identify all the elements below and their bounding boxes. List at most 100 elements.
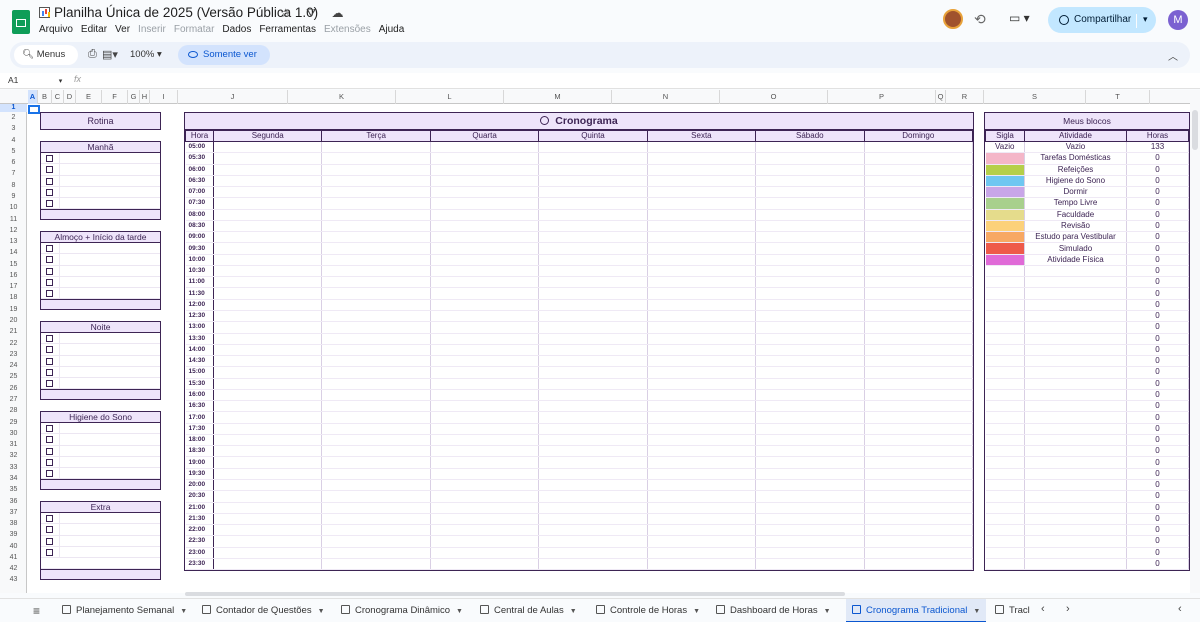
schedule-cell[interactable] bbox=[321, 209, 431, 221]
schedule-cell[interactable] bbox=[321, 197, 431, 210]
bloco-sigla[interactable] bbox=[985, 468, 1025, 480]
schedule-cell[interactable] bbox=[647, 231, 757, 244]
schedule-cell[interactable] bbox=[647, 209, 757, 221]
schedule-cell[interactable] bbox=[538, 164, 648, 176]
schedule-cell[interactable] bbox=[538, 468, 648, 480]
schedule-cell[interactable] bbox=[321, 411, 431, 424]
schedule-cell[interactable] bbox=[213, 378, 323, 390]
menu-item-ajuda[interactable]: Ajuda bbox=[379, 24, 405, 35]
bloco-atividade[interactable]: Refeições bbox=[1024, 164, 1127, 176]
schedule-cell[interactable] bbox=[755, 344, 865, 357]
schedule-cell[interactable] bbox=[213, 400, 323, 413]
bloco-atividade[interactable] bbox=[1024, 524, 1127, 537]
schedule-cell[interactable] bbox=[213, 287, 323, 300]
bloco-atividade[interactable] bbox=[1024, 400, 1127, 413]
schedule-cell[interactable] bbox=[755, 558, 865, 571]
schedule-cell[interactable] bbox=[755, 378, 865, 390]
schedule-cell[interactable] bbox=[755, 479, 865, 492]
schedule-cell[interactable] bbox=[321, 276, 431, 289]
schedule-cell[interactable] bbox=[864, 547, 974, 559]
schedule-cell[interactable] bbox=[647, 175, 757, 188]
schedule-cell[interactable] bbox=[647, 524, 757, 537]
schedule-cell[interactable] bbox=[430, 434, 540, 447]
bloco-atividade[interactable] bbox=[1024, 456, 1127, 469]
schedule-cell[interactable] bbox=[647, 389, 757, 402]
schedule-cell[interactable] bbox=[864, 389, 974, 402]
schedule-cell[interactable] bbox=[213, 231, 323, 244]
schedule-cell[interactable] bbox=[538, 287, 648, 300]
column-header-h[interactable]: H bbox=[140, 90, 150, 104]
view-only-button[interactable]: Somente ver bbox=[178, 45, 270, 65]
schedule-cell[interactable] bbox=[430, 502, 540, 514]
column-header-p[interactable]: P bbox=[828, 90, 936, 104]
vertical-scrollbar[interactable] bbox=[1190, 90, 1200, 593]
schedule-cell[interactable] bbox=[538, 141, 648, 154]
menu-item-arquivo[interactable]: Arquivo bbox=[39, 24, 73, 35]
schedule-cell[interactable] bbox=[864, 242, 974, 255]
schedule-cell[interactable] bbox=[430, 378, 540, 390]
column-header-q[interactable]: Q bbox=[936, 90, 946, 104]
schedule-cell[interactable] bbox=[430, 299, 540, 311]
schedule-cell[interactable] bbox=[321, 265, 431, 278]
schedule-cell[interactable] bbox=[430, 197, 540, 210]
schedule-cell[interactable] bbox=[647, 321, 757, 334]
schedule-cell[interactable] bbox=[864, 344, 974, 357]
chevron-down-icon[interactable]: ▼ bbox=[824, 608, 831, 615]
row-header-19[interactable]: 19 bbox=[0, 304, 27, 315]
schedule-cell[interactable] bbox=[755, 434, 865, 447]
schedule-cell[interactable] bbox=[755, 254, 865, 266]
schedule-cell[interactable] bbox=[538, 558, 648, 571]
schedule-cell[interactable] bbox=[538, 344, 648, 357]
bloco-atividade[interactable] bbox=[1024, 265, 1127, 278]
schedule-cell[interactable] bbox=[538, 423, 648, 435]
row-header-2[interactable]: 2 bbox=[0, 112, 27, 123]
all-sheets-icon[interactable]: ≡ bbox=[33, 604, 40, 618]
checkbox[interactable] bbox=[46, 188, 53, 196]
bloco-atividade[interactable]: Atividade Física bbox=[1024, 254, 1127, 266]
bloco-sigla[interactable] bbox=[985, 254, 1025, 266]
bloco-atividade[interactable] bbox=[1024, 378, 1127, 390]
bloco-sigla[interactable] bbox=[985, 220, 1025, 233]
schedule-cell[interactable] bbox=[755, 456, 865, 469]
row-header-33[interactable]: 33 bbox=[0, 462, 27, 473]
schedule-cell[interactable] bbox=[538, 355, 648, 368]
schedule-cell[interactable] bbox=[213, 209, 323, 221]
schedule-cell[interactable] bbox=[213, 164, 323, 176]
bloco-sigla[interactable] bbox=[985, 400, 1025, 413]
meet-icon[interactable]: ▭ ▾ bbox=[1009, 11, 1030, 25]
horizontal-scrollbar[interactable] bbox=[185, 592, 845, 596]
checkbox[interactable] bbox=[46, 155, 53, 162]
schedule-cell[interactable] bbox=[321, 164, 431, 176]
title-icons[interactable]: ☆ ⛛ ☁ bbox=[280, 6, 350, 21]
schedule-cell[interactable] bbox=[755, 411, 865, 424]
row-header-42[interactable]: 42 bbox=[0, 563, 27, 574]
schedule-cell[interactable] bbox=[213, 456, 323, 469]
row-header-43[interactable]: 43 bbox=[0, 574, 27, 585]
schedule-cell[interactable] bbox=[213, 524, 323, 537]
schedule-cell[interactable] bbox=[647, 423, 757, 435]
column-header-o[interactable]: O bbox=[720, 90, 828, 104]
schedule-cell[interactable] bbox=[538, 265, 648, 278]
schedule-cell[interactable] bbox=[755, 321, 865, 334]
bloco-sigla[interactable] bbox=[985, 197, 1025, 210]
schedule-cell[interactable] bbox=[321, 321, 431, 334]
row-header-11[interactable]: 11 bbox=[0, 214, 27, 225]
bloco-atividade[interactable] bbox=[1024, 468, 1127, 480]
bloco-atividade[interactable]: Estudo para Vestibular bbox=[1024, 231, 1127, 244]
schedule-cell[interactable] bbox=[647, 344, 757, 357]
schedule-cell[interactable] bbox=[430, 400, 540, 413]
bloco-sigla[interactable] bbox=[985, 524, 1025, 537]
row-header-25[interactable]: 25 bbox=[0, 371, 27, 382]
bloco-atividade[interactable]: Vazio bbox=[1024, 141, 1127, 154]
column-header-a[interactable]: A bbox=[28, 90, 38, 104]
schedule-cell[interactable] bbox=[213, 254, 323, 266]
schedule-cell[interactable] bbox=[538, 400, 648, 413]
row-header-35[interactable]: 35 bbox=[0, 484, 27, 495]
schedule-cell[interactable] bbox=[430, 411, 540, 424]
bloco-atividade[interactable] bbox=[1024, 321, 1127, 334]
column-header-m[interactable]: M bbox=[504, 90, 612, 104]
schedule-cell[interactable] bbox=[213, 355, 323, 368]
schedule-cell[interactable] bbox=[647, 333, 757, 345]
schedule-cell[interactable] bbox=[864, 254, 974, 266]
checkbox[interactable] bbox=[46, 290, 53, 298]
